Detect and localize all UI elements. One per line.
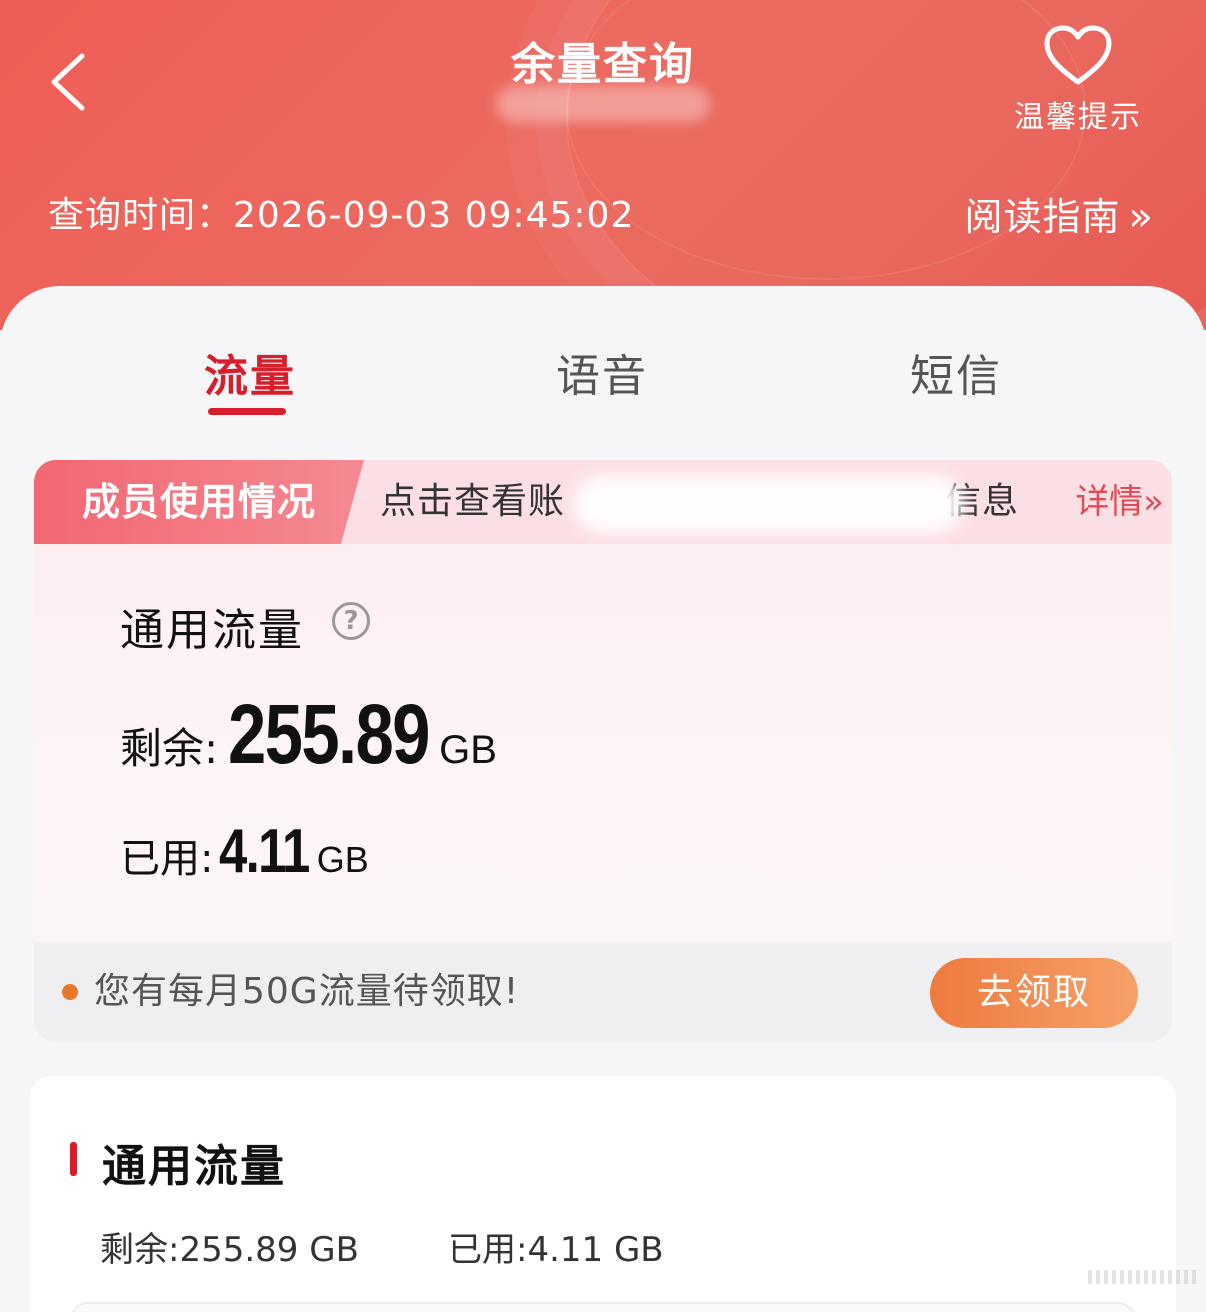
- reading-guide-label: 阅读指南: [964, 195, 1121, 239]
- usage-card: 成员使用情况 点击查看账 信息 详情» 通用流量 ? 剩余: 255.89 GB 已用…: [34, 460, 1172, 1042]
- member-usage-bar[interactable]: 成员使用情况 点击查看账 信息 详情»: [34, 460, 1172, 544]
- member-usage-tag: 成员使用情况: [34, 460, 364, 544]
- detail-card: 通用流量 剩余:255.89 GB 已用:4.11 GB: [30, 1076, 1176, 1312]
- tab-bar: 流量 语音 短信: [0, 340, 1206, 420]
- member-usage-text-head: 点击查看账: [380, 481, 566, 522]
- detail-remaining: 剩余:255.89 GB: [100, 1230, 359, 1270]
- help-circle-icon[interactable]: ?: [332, 602, 370, 640]
- section-marker: [70, 1142, 77, 1176]
- double-chevron-right-icon: »: [1128, 194, 1154, 240]
- active-tab-indicator: [208, 408, 286, 415]
- used-row: 已用:4.11 GB: [120, 816, 369, 887]
- tips-button[interactable]: 温馨提示: [1008, 24, 1148, 136]
- detail-used: 已用:4.11 GB: [448, 1230, 664, 1270]
- detail-inner-box: [70, 1302, 1136, 1312]
- reading-guide-link[interactable]: 阅读指南»: [965, 186, 1155, 241]
- usage-title: 通用流量: [120, 605, 304, 656]
- blurred-phone-number: [496, 86, 710, 122]
- remaining-value: 255.89: [228, 687, 430, 781]
- remaining-label: 剩余:: [120, 724, 219, 773]
- detail-title: 通用流量: [102, 1141, 286, 1192]
- claim-button[interactable]: 去领取: [930, 958, 1138, 1028]
- tips-label: 温馨提示: [1014, 100, 1142, 135]
- query-time: 查询时间：2026-09-03 09:45:02: [48, 195, 635, 236]
- tab-sms[interactable]: 短信: [910, 340, 1002, 404]
- promo-bar: 您有每月50G流量待领取! 去领取: [34, 942, 1172, 1042]
- tab-data[interactable]: 流量: [204, 340, 296, 404]
- tab-voice[interactable]: 语音: [556, 340, 648, 404]
- heart-icon: [1044, 25, 1112, 85]
- remaining-unit: GB: [439, 728, 497, 772]
- used-unit: GB: [316, 839, 369, 880]
- used-value: 4.11: [219, 817, 310, 886]
- dot-icon: [62, 984, 78, 1000]
- member-detail-link[interactable]: 详情»: [1075, 460, 1164, 544]
- used-label: 已用:: [120, 836, 214, 882]
- promo-text: 您有每月50G流量待领取!: [94, 971, 520, 1012]
- remaining-row: 剩余: 255.89 GB: [120, 686, 497, 783]
- header: 余量查询 温馨提示 查询时间：2026-09-03 09:45:02 阅读指南»: [0, 0, 1206, 330]
- watermark: [1088, 1270, 1198, 1284]
- blurred-account-info: [574, 476, 964, 532]
